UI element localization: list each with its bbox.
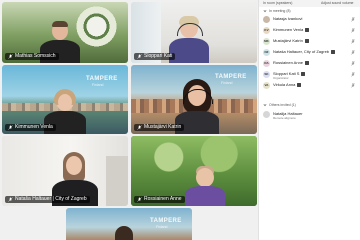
room-shelf bbox=[106, 156, 128, 206]
participant-role: Organizator bbox=[273, 75, 289, 80]
adjust-volume-link[interactable]: Adjust sound volume bbox=[321, 1, 354, 5]
brand-logo-subtitle: Finland bbox=[156, 225, 168, 229]
chevron-down-icon bbox=[263, 104, 267, 107]
mic-muted-icon bbox=[351, 28, 355, 33]
external-badge-icon bbox=[304, 39, 309, 43]
video-tile[interactable]: TAMPERE Finland Mustajärvi Katrin bbox=[131, 65, 257, 134]
avatar: SK bbox=[263, 70, 270, 78]
external-badge-icon bbox=[305, 61, 310, 65]
mic-muted-icon bbox=[351, 17, 355, 22]
avatar bbox=[263, 15, 270, 23]
video-tile[interactable]: TAMPERE Finland Kimmunen Venla bbox=[2, 65, 128, 134]
video-stage: Mathias Somssich Sloppari Kati TAMPERE F… bbox=[0, 0, 258, 240]
participant-name: Virkula Anna bbox=[273, 82, 302, 87]
tab-in-room[interactable]: In room (speakers) bbox=[263, 1, 292, 5]
external-badge-icon bbox=[297, 83, 302, 87]
invited-row[interactable]: Natalija Haltauer Remote aligmore bbox=[263, 110, 357, 120]
mic-muted-icon bbox=[8, 125, 13, 130]
avatar: RA bbox=[263, 59, 270, 67]
participant-name: Kimmunen Venla bbox=[15, 124, 53, 130]
mic-muted-icon bbox=[351, 61, 355, 66]
participant-nameplate: Mathias Somssich bbox=[5, 53, 59, 60]
participant-row[interactable]: NZ Nataša Haltauer, City of Zagreb bbox=[263, 48, 357, 57]
mic-muted-icon bbox=[137, 54, 142, 59]
participant-nameplate: Kimmunen Venla bbox=[5, 124, 56, 131]
person-face bbox=[66, 156, 82, 175]
person-hair bbox=[52, 21, 68, 27]
person-face bbox=[196, 168, 214, 187]
video-tile[interactable]: Sloppari Kati bbox=[131, 2, 257, 63]
video-tile[interactable]: Mathias Somssich bbox=[2, 2, 128, 63]
video-tile[interactable]: Nataša Haltauer | City of Zagreb bbox=[2, 136, 128, 206]
brand-logo-text: TAMPERE bbox=[86, 76, 118, 82]
mic-muted-icon bbox=[137, 197, 142, 202]
section-label: In meeting (8) bbox=[269, 9, 291, 13]
participant-row[interactable]: VA Virkula Anna bbox=[263, 81, 357, 90]
person-face bbox=[58, 94, 72, 110]
mic-muted-icon bbox=[351, 50, 355, 55]
external-badge-icon bbox=[301, 72, 306, 76]
person-body bbox=[169, 38, 209, 63]
participants-panel: In room (speakers) Adjust sound volume I… bbox=[258, 0, 360, 240]
participant-row[interactable]: KV Kimmunen Venla bbox=[263, 26, 357, 35]
video-tile[interactable]: TAMPERE Finland bbox=[66, 208, 192, 240]
participant-name: Nataša Haltauer, City of Zagreb bbox=[273, 49, 336, 54]
participant-status: Remote aligmore bbox=[273, 115, 296, 120]
mic-muted-icon bbox=[8, 197, 13, 202]
brand-logo-subtitle: Finland bbox=[221, 81, 233, 85]
participant-video bbox=[185, 166, 225, 206]
participant-nameplate: Sloppari Kati bbox=[134, 53, 176, 60]
section-in-meeting[interactable]: In meeting (8) bbox=[263, 9, 291, 13]
brand-logo-text: TAMPERE bbox=[215, 74, 247, 80]
participant-name: Mustajärvi Katrin bbox=[273, 38, 309, 43]
participant-nameplate: Nataša Haltauer | City of Zagreb bbox=[5, 196, 90, 203]
participant-nameplate: Rossiainen Anne bbox=[134, 196, 185, 203]
participant-row[interactable]: SK Sloppari Kati S Organizator bbox=[263, 70, 357, 80]
participant-row[interactable]: MK Mustajärvi Katrin bbox=[263, 37, 357, 46]
headset-icon bbox=[177, 23, 203, 36]
section-invited[interactable]: Others invited (1) bbox=[263, 103, 296, 107]
chevron-down-icon bbox=[263, 10, 267, 13]
avatar: MK bbox=[263, 37, 270, 45]
section-label: Others invited (1) bbox=[269, 103, 296, 107]
participant-name: Nataša Haltauer | City of Zagreb bbox=[15, 196, 87, 202]
participant-name: Mathias Somssich bbox=[15, 53, 56, 59]
participant-name: Rossiainen Anne bbox=[273, 60, 310, 65]
panel-header: In room (speakers) Adjust sound volume bbox=[259, 0, 360, 7]
participant-row[interactable]: Natasja Ivankovi bbox=[263, 15, 357, 24]
mic-muted-icon bbox=[8, 54, 13, 59]
mic-muted-icon bbox=[351, 72, 355, 77]
external-badge-icon bbox=[331, 50, 336, 54]
participant-row[interactable]: RA Rossiainen Anne bbox=[263, 59, 357, 68]
avatar: KV bbox=[263, 26, 270, 34]
participant-name: Rossiainen Anne bbox=[144, 196, 182, 202]
avatar bbox=[263, 110, 270, 118]
mic-muted-icon bbox=[351, 39, 355, 44]
video-tile-active-speaker[interactable]: Rossiainen Anne bbox=[131, 136, 257, 206]
external-badge-icon bbox=[305, 28, 310, 32]
avatar: NZ bbox=[263, 48, 270, 56]
participant-name: Kimmunen Venla bbox=[273, 27, 310, 32]
participant-name: Sloppari Kati bbox=[144, 53, 173, 59]
brand-logo-text: TAMPERE bbox=[150, 218, 182, 224]
participant-nameplate: Mustajärvi Katrin bbox=[134, 124, 185, 131]
brand-logo-subtitle: Finland bbox=[92, 83, 104, 87]
mic-muted-icon bbox=[137, 125, 142, 130]
participant-video bbox=[106, 226, 142, 240]
person-body bbox=[185, 186, 225, 206]
mic-muted-icon bbox=[351, 83, 355, 88]
avatar: VA bbox=[263, 81, 270, 89]
person-hair bbox=[115, 226, 133, 240]
participant-name: Natasja Ivankovi bbox=[273, 16, 303, 21]
participant-name: Mustajärvi Katrin bbox=[144, 124, 182, 130]
